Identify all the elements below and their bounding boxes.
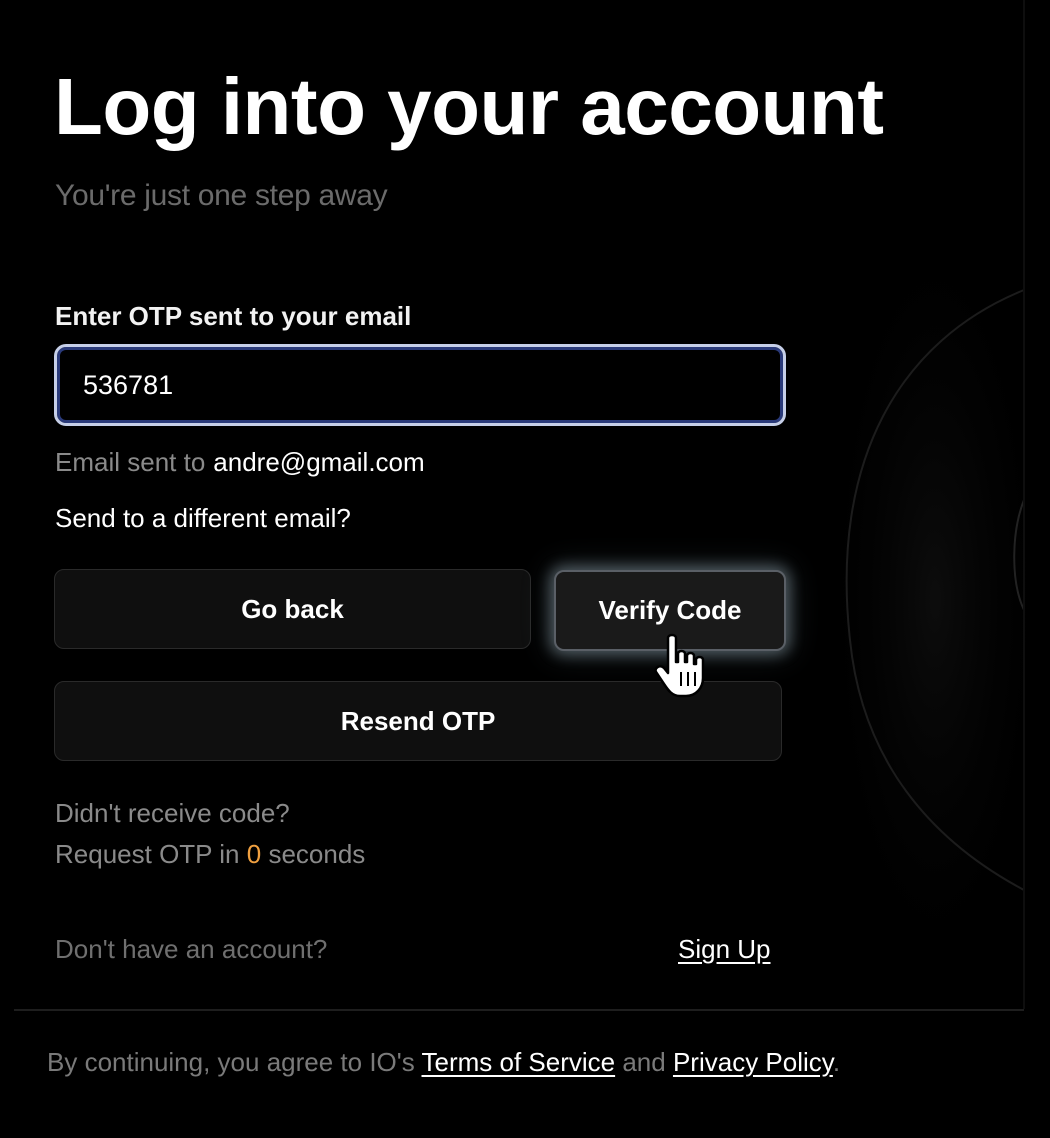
otp-input[interactable] [54,344,786,426]
footer-and: and [622,1047,666,1077]
terms-of-service-link[interactable]: Terms of Service [422,1047,616,1077]
countdown-value: 0 [246,839,262,869]
send-different-email-link[interactable]: Send to a different email? [55,502,351,534]
page-title: Log into your account [54,62,884,151]
go-back-button[interactable]: Go back [54,569,531,649]
didnt-receive-text: Didn't receive code? [55,798,290,828]
email-sent-prefix: Email sent to [55,447,206,477]
hand-pointer-icon [654,633,705,698]
request-suffix: seconds [268,839,366,869]
otp-field-label: Enter OTP sent to your email [55,301,412,331]
page-subtitle: You're just one step away [55,179,388,212]
legal-footer: By continuing, you agree to IO's Terms o… [47,1046,840,1078]
footer-divider [14,1009,1024,1011]
no-account-prompt: Don't have an account? [55,934,328,964]
request-otp-countdown: Request OTP in 0 seconds [55,838,365,870]
privacy-policy-link[interactable]: Privacy Policy [673,1047,833,1077]
footer-prefix: By continuing, you agree to IO's [47,1047,415,1077]
sign-up-link[interactable]: Sign Up [678,933,771,965]
email-sent-line: Email sent to andre@gmail.com [55,446,425,478]
request-prefix: Request OTP in [55,839,240,869]
footer-period: . [832,1047,841,1077]
email-sent-address: andre@gmail.com [213,447,425,477]
